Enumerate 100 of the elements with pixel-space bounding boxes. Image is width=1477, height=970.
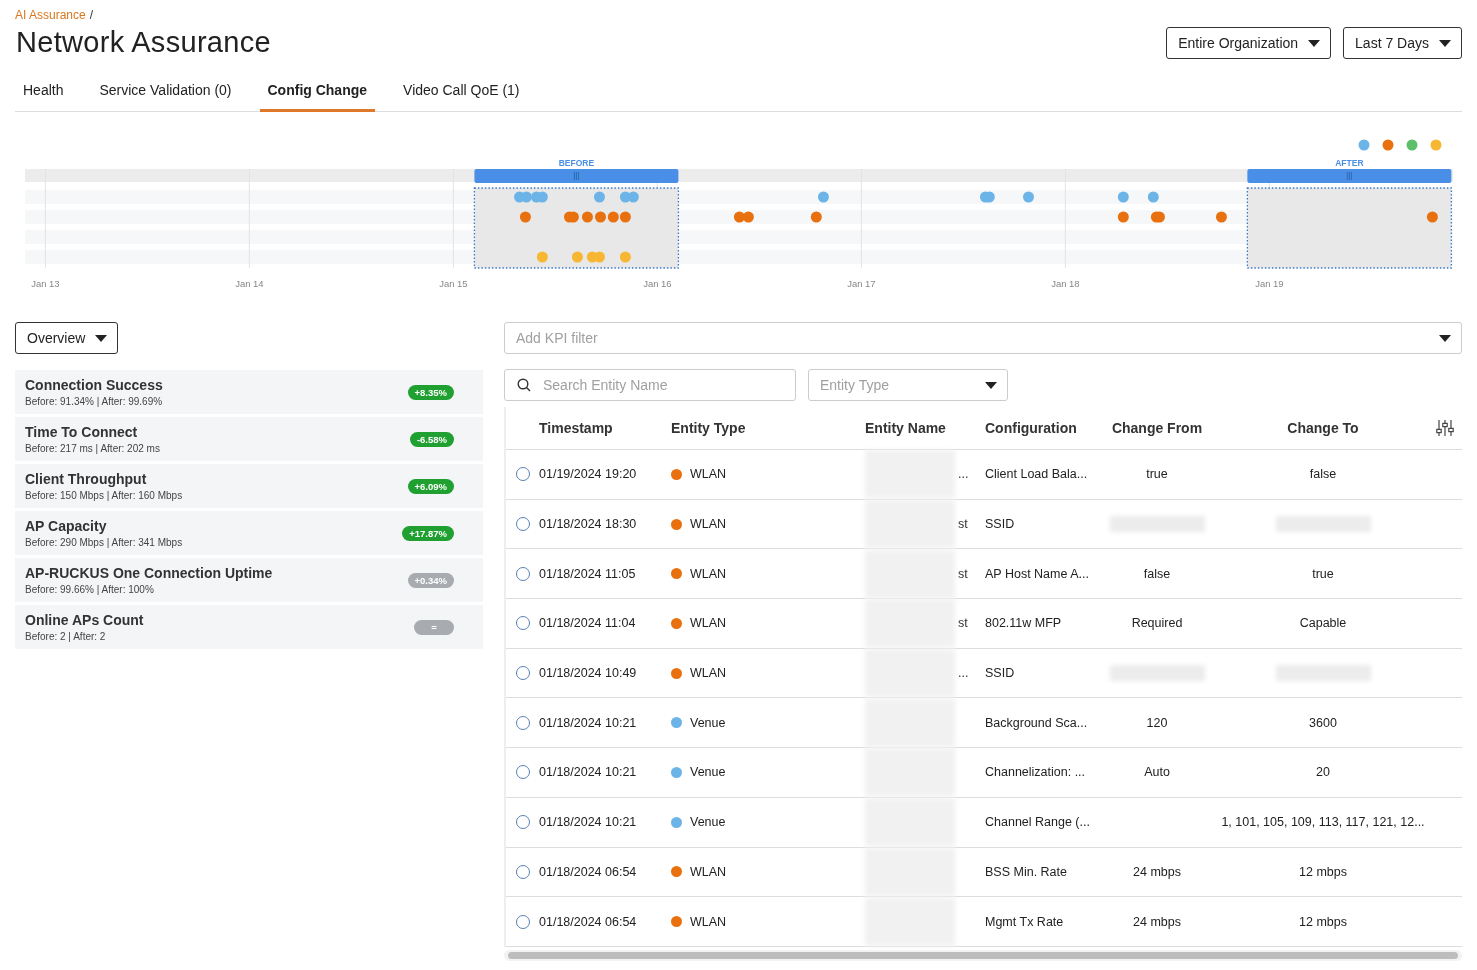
range-handle[interactable] — [1247, 169, 1452, 183]
row-radio[interactable] — [515, 467, 530, 482]
table-cell: Venue — [690, 715, 726, 730]
event-dot — [733, 211, 745, 223]
event-dot — [581, 211, 593, 223]
range-handle[interactable] — [474, 169, 679, 183]
column-header[interactable]: Change From — [1104, 420, 1210, 436]
caret-icon — [1439, 39, 1451, 47]
kpi-card[interactable]: Online APs Count Before: 2 | After: 2 = — [15, 605, 483, 649]
table-cell: 24 mbps — [1133, 914, 1181, 929]
row-radio[interactable] — [515, 616, 530, 631]
table-cell: ... — [958, 467, 969, 482]
axis-tick-label: Jan 17 — [847, 278, 876, 289]
table-cell: Required — [1131, 616, 1183, 631]
table-cell: Venue — [690, 765, 726, 780]
tab[interactable]: Video Call QoE (1) — [395, 76, 528, 112]
table-cell: WLAN — [690, 914, 727, 929]
kpi-detail: Before: 217 ms | After: 202 ms — [25, 443, 160, 454]
table-cell: 01/18/2024 18:30 — [539, 517, 637, 532]
tab[interactable]: Config Change — [259, 76, 376, 112]
table-cell: st — [958, 517, 968, 532]
row-radio[interactable] — [515, 666, 530, 681]
kpi-detail: Before: 91.34% | After: 99.69% — [25, 396, 163, 407]
column-header[interactable]: Entity Name — [865, 420, 971, 436]
event-dot — [619, 211, 631, 223]
table-cell: true — [1312, 566, 1334, 581]
change-badge: = — [414, 619, 454, 635]
axis-tick-label: Jan 14 — [235, 278, 264, 289]
scope-dropdown[interactable]: Entire Organization — [1166, 27, 1332, 59]
table-cell: Channel Range (... — [985, 815, 1090, 830]
table-cell: Client Load Bala... — [985, 467, 1088, 482]
table-cell: WLAN — [690, 616, 727, 631]
table-cell: WLAN — [690, 467, 727, 482]
kpi-card[interactable]: Client Throughput Before: 150 Mbps | After: 160 Mbps +6.09% — [15, 464, 483, 508]
table-cell: 01/19/2024 19:20 — [539, 467, 637, 482]
table-cell: 3600 — [1309, 715, 1337, 730]
column-header[interactable]: Entity Type — [669, 420, 865, 436]
table-cell: Mgmt Tx Rate — [985, 914, 1064, 929]
table-cell: 01/18/2024 10:49 — [539, 666, 637, 681]
scope-dropdown[interactable]: Last 7 Days — [1343, 27, 1462, 59]
kpi-card[interactable]: Time To Connect Before: 217 ms | After: 202 ms -6.58% — [15, 417, 483, 461]
row-radio[interactable] — [515, 815, 530, 830]
settings-icon[interactable] — [1436, 419, 1454, 437]
table-cell: 01/18/2024 06:54 — [539, 864, 637, 879]
table-cell: 12 mbps — [1299, 864, 1347, 879]
grip-icon — [1346, 171, 1352, 181]
axis-tick-label: Jan 18 — [1051, 278, 1080, 289]
tab[interactable]: Service Validation (0) — [91, 76, 240, 112]
table-cell: Channelization: ... — [985, 765, 1086, 780]
search-icon — [517, 378, 531, 392]
event-dot — [1117, 211, 1129, 223]
table-cell: st — [958, 566, 968, 581]
event-dot — [1215, 211, 1227, 223]
event-dot — [519, 211, 531, 223]
kpi-name: Client Throughput — [25, 471, 148, 487]
row-radio[interactable] — [515, 517, 530, 532]
caret-icon — [1439, 334, 1451, 342]
table-cell: Auto — [1144, 765, 1170, 780]
kpi-name: Online APs Count — [25, 612, 144, 628]
table-cell: 120 — [1146, 715, 1168, 730]
table-cell: Venue — [690, 815, 726, 830]
kpi-card[interactable]: Connection Success Before: 91.34% | After: 99.69% +8.35% — [15, 370, 483, 414]
event-dot — [627, 191, 639, 203]
event-dot — [593, 251, 605, 263]
scrollbar[interactable] — [504, 949, 1462, 961]
axis-tick-label: Jan 13 — [31, 278, 60, 289]
kpi-detail: Before: 290 Mbps | After: 341 Mbps — [25, 537, 183, 548]
table-cell: 01/18/2024 10:21 — [539, 815, 637, 830]
column-header[interactable]: Change To — [1210, 420, 1436, 436]
kpi-detail: Before: 150 Mbps | After: 160 Mbps — [25, 490, 183, 501]
event-dot — [619, 251, 631, 263]
event-dot — [1117, 191, 1129, 203]
table-cell: 1, 101, 105, 109, 113, 117, 121, 12... — [1221, 815, 1425, 830]
range-label: AFTER — [1335, 158, 1364, 168]
kpi-detail: Before: 2 | After: 2 — [25, 631, 107, 642]
table-cell: false — [1309, 467, 1337, 482]
kpi-card[interactable]: AP-RUCKUS One Connection Uptime Before: 99.66% | After: 100% +0.34% — [15, 558, 483, 602]
event-dot — [536, 191, 548, 203]
change-badge: -6.58% — [409, 431, 454, 447]
row-radio[interactable] — [515, 715, 530, 730]
table-cell: Capable — [1299, 616, 1347, 631]
row-radio[interactable] — [515, 566, 530, 581]
caret-icon — [95, 334, 108, 342]
event-dot — [1426, 211, 1438, 223]
row-radio[interactable] — [515, 765, 530, 780]
event-dot — [593, 191, 605, 203]
row-radio[interactable] — [515, 914, 530, 929]
kpi-name: AP Capacity — [25, 518, 108, 534]
kpi-card[interactable]: AP Capacity Before: 290 Mbps | After: 341 Mbps +17.87% — [15, 511, 483, 555]
table-cell: 802.11w MFP — [985, 616, 1062, 631]
change-badge: +17.87% — [402, 525, 454, 541]
row-radio[interactable] — [515, 864, 530, 879]
table-cell: 20 — [1316, 765, 1330, 780]
view-dropdown[interactable]: Overview — [15, 322, 119, 354]
change-badge: +8.35% — [407, 384, 454, 400]
tab[interactable]: Health — [15, 76, 72, 112]
axis-tick-label: Jan 16 — [643, 278, 672, 289]
caret-icon — [1308, 39, 1321, 47]
column-header[interactable]: Timestamp — [539, 420, 669, 436]
column-header[interactable]: Configuration — [971, 420, 1104, 436]
